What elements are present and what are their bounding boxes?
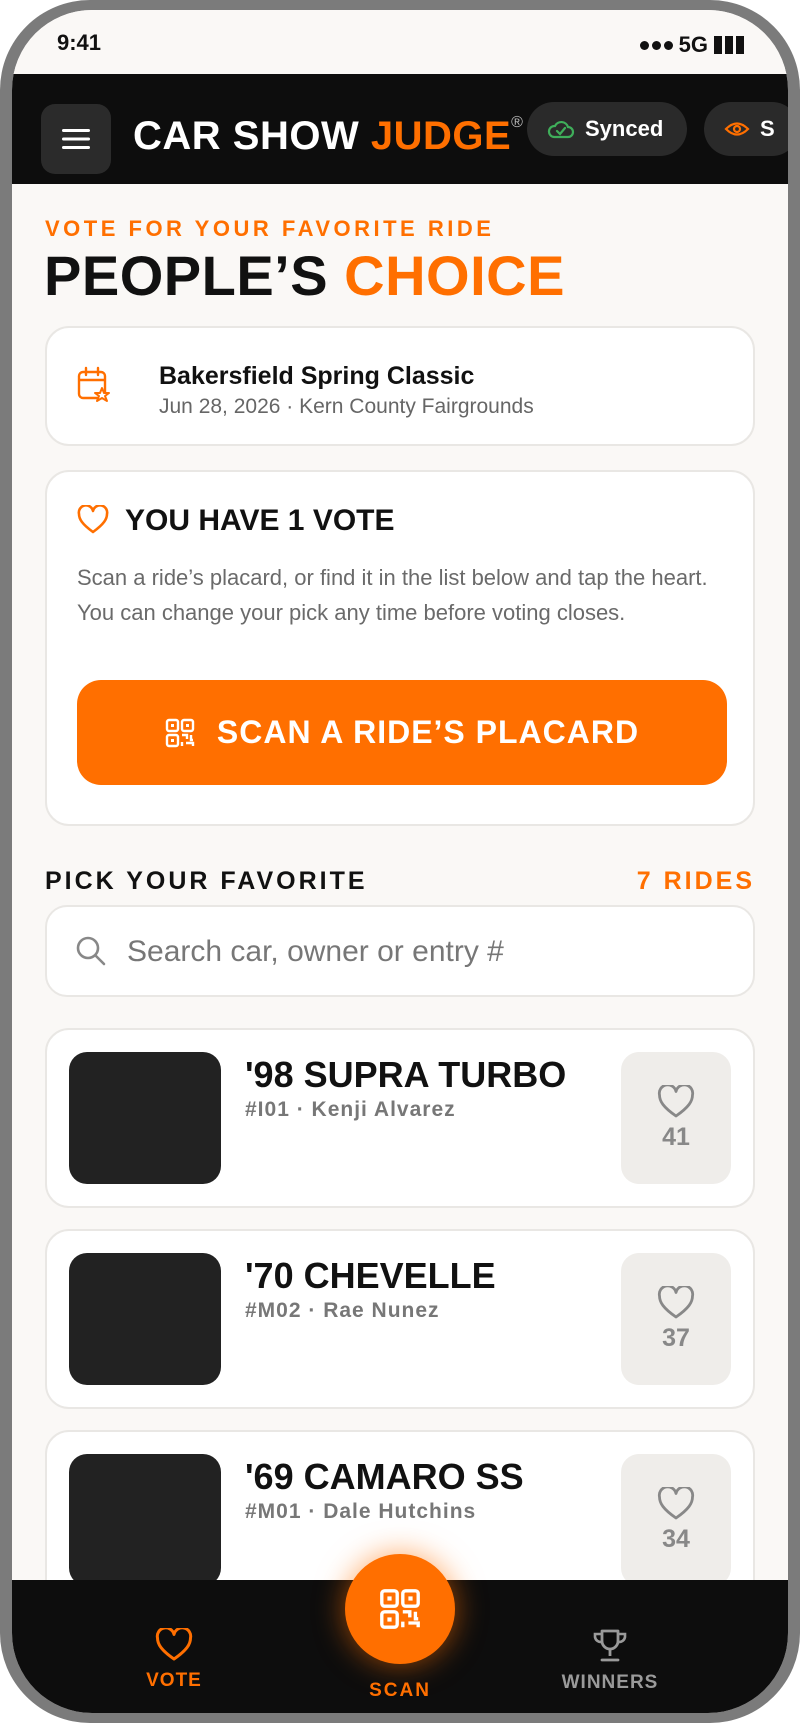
ride-photo — [69, 1052, 221, 1184]
status-time: 9:41 — [57, 30, 102, 55]
nav-scan-button[interactable] — [345, 1554, 455, 1664]
ride-entry-owner: #M01 · Dale Hutchins — [245, 1500, 477, 1523]
signal-dots-icon — [639, 40, 673, 50]
heart-icon — [657, 1486, 695, 1519]
qr-code-icon — [165, 718, 195, 747]
status-bar: 9:41 5G — [12, 10, 788, 74]
sync-status-label: Synced — [585, 116, 664, 141]
battery-icon — [714, 36, 744, 54]
vote-count: 34 — [662, 1524, 690, 1553]
scan-placard-button[interactable]: SCAN A RIDE’S PLACARD — [77, 680, 727, 785]
page-title: PEOPLE’S CHOICE — [44, 243, 565, 308]
calendar-star-icon — [77, 366, 110, 402]
nav-winners[interactable]: WINNERS — [530, 1628, 690, 1694]
spectator-mode-label: S — [760, 116, 775, 141]
app-title: CAR SHOW JUDGE® — [133, 114, 523, 159]
screen: 9:41 5G CAR SHOW JUDGE® Synced S VOTE FO… — [12, 10, 788, 1713]
search-box — [45, 905, 755, 997]
status-indicators: 5G — [639, 32, 744, 58]
spectator-mode-pill[interactable]: S — [704, 102, 788, 156]
app-header: CAR SHOW JUDGE® Synced S — [12, 74, 788, 184]
device-frame: 9:41 5G CAR SHOW JUDGE® Synced S VOTE FO… — [0, 0, 800, 1723]
brand-name: CAR SHOW — [133, 114, 371, 158]
trophy-icon — [593, 1629, 627, 1662]
nav-vote[interactable]: VOTE — [94, 1628, 254, 1692]
cloud-check-icon — [547, 120, 575, 139]
vote-count: 37 — [662, 1323, 690, 1352]
ride-card[interactable]: '70 CHEVELLE #M02 · Rae Nunez 37 — [45, 1229, 755, 1409]
vote-heart-button[interactable]: 37 — [621, 1253, 731, 1385]
ride-name: '69 CAMARO SS — [245, 1456, 524, 1497]
nav-winners-label: WINNERS — [561, 1672, 659, 1693]
ride-card[interactable]: '98 SUPRA TURBO #I01 · Kenji Alvarez 41 — [45, 1028, 755, 1208]
ride-photo — [69, 1253, 221, 1385]
nav-vote-label: VOTE — [146, 1670, 202, 1691]
scan-placard-label: SCAN A RIDE’S PLACARD — [216, 714, 640, 750]
title-main: PEOPLE’S — [44, 244, 345, 307]
search-input[interactable] — [127, 927, 727, 977]
menu-button[interactable] — [41, 104, 111, 174]
heart-icon — [77, 505, 109, 534]
vote-count: 41 — [662, 1122, 690, 1151]
rides-count: 7 RIDES — [636, 867, 755, 895]
ride-entry-owner: #M02 · Rae Nunez — [245, 1299, 440, 1322]
votes-remaining-title: YOU HAVE 1 VOTE — [125, 504, 395, 537]
eye-icon — [724, 122, 750, 136]
sync-status-pill[interactable]: Synced — [527, 102, 688, 156]
title-accent: CHOICE — [344, 244, 565, 307]
registered-mark: ® — [511, 114, 524, 131]
event-card: Bakersfield Spring Classic Jun 28, 2026 … — [45, 326, 755, 446]
heart-icon — [657, 1285, 695, 1318]
brand-accent: JUDGE — [370, 114, 512, 158]
vote-heart-button[interactable]: 34 — [621, 1454, 731, 1586]
vote-card: YOU HAVE 1 VOTE Scan a ride’s placard, o… — [45, 470, 755, 826]
event-details: Jun 28, 2026 · Kern County Fairgrounds — [159, 395, 534, 418]
qr-code-icon — [380, 1589, 420, 1629]
menu-icon — [62, 129, 90, 149]
vote-instructions: Scan a ride’s placard, or find it in the… — [77, 565, 708, 625]
heart-icon — [657, 1084, 695, 1117]
ride-name: '98 SUPRA TURBO — [245, 1054, 567, 1095]
search-icon — [76, 936, 106, 966]
event-name: Bakersfield Spring Classic — [159, 362, 475, 390]
ride-entry-owner: #I01 · Kenji Alvarez — [245, 1098, 456, 1121]
ride-name: '70 CHEVELLE — [245, 1255, 496, 1296]
heart-icon — [155, 1628, 193, 1661]
ride-photo — [69, 1454, 221, 1586]
hero-kicker: VOTE FOR YOUR FAVORITE RIDE — [45, 216, 495, 241]
section-title: PICK YOUR FAVORITE — [45, 867, 368, 895]
nav-scan-label: SCAN — [369, 1680, 431, 1701]
vote-heart-button[interactable]: 41 — [621, 1052, 731, 1184]
network-label: 5G — [678, 32, 708, 57]
